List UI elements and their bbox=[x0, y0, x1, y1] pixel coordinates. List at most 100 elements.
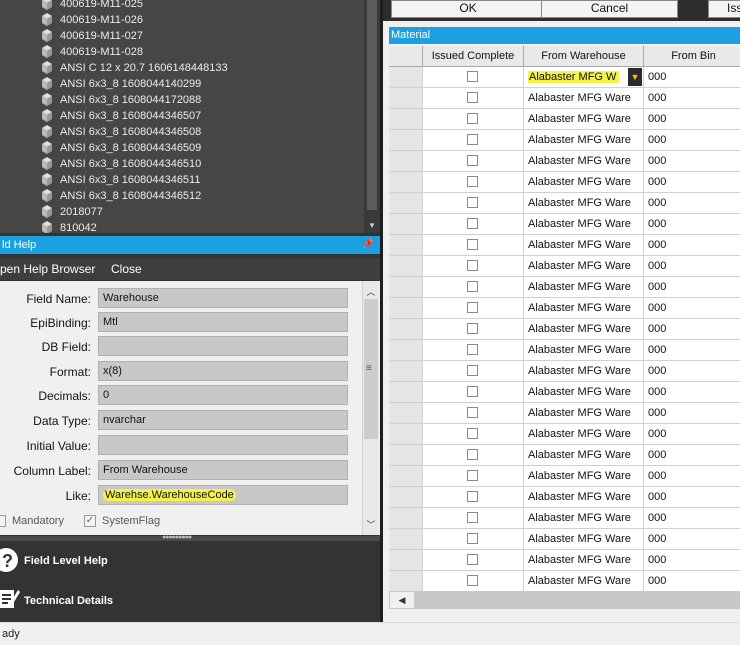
from-warehouse-cell[interactable]: Alabaster MFG Ware bbox=[524, 193, 644, 214]
tree-item[interactable]: ANSI 6x3_8 1608044140299 bbox=[40, 76, 201, 92]
issued-complete-checkbox[interactable] bbox=[467, 554, 478, 565]
from-bin-cell[interactable]: 000 bbox=[644, 214, 740, 235]
tree-item[interactable]: ANSI 6x3_8 1608044172088 bbox=[40, 92, 201, 108]
field-value[interactable]: Warehouse bbox=[98, 288, 348, 308]
issued-complete-checkbox[interactable] bbox=[467, 428, 478, 439]
open-help-browser-button[interactable]: pen Help Browser bbox=[0, 258, 95, 280]
from-warehouse-cell[interactable]: Alabaster MFG Ware bbox=[524, 529, 644, 550]
from-bin-cell[interactable]: 000 bbox=[644, 256, 740, 277]
row-selector[interactable] bbox=[389, 361, 423, 382]
from-warehouse-cell[interactable]: Alabaster MFG Ware bbox=[524, 235, 644, 256]
from-warehouse-cell[interactable]: Alabaster MFG Ware bbox=[524, 445, 644, 466]
issued-complete-checkbox[interactable] bbox=[467, 407, 478, 418]
table-row[interactable]: Alabaster MFG Ware 000 bbox=[389, 88, 740, 109]
table-row[interactable]: Alabaster MFG Ware 000 bbox=[389, 277, 740, 298]
row-selector[interactable] bbox=[389, 109, 423, 130]
tree-item[interactable]: ANSI 6x3_8 1608044346507 bbox=[40, 108, 201, 124]
from-bin-cell[interactable]: 000 bbox=[644, 529, 740, 550]
table-row[interactable]: Alabaster MFG Ware 000 bbox=[389, 361, 740, 382]
from-warehouse-cell[interactable]: Alabaster MFG Ware bbox=[524, 340, 644, 361]
table-row[interactable]: Alabaster MFG Ware 000 bbox=[389, 529, 740, 550]
row-selector[interactable] bbox=[389, 424, 423, 445]
from-warehouse-cell[interactable]: Alabaster MFG Ware bbox=[524, 214, 644, 235]
issue-button[interactable]: Iss bbox=[708, 0, 740, 18]
row-selector[interactable] bbox=[389, 403, 423, 424]
issued-complete-checkbox[interactable] bbox=[467, 71, 478, 82]
column-header-from-bin[interactable]: From Bin bbox=[644, 46, 740, 67]
tree-scrollbar-thumb[interactable] bbox=[367, 0, 377, 210]
field-value[interactable] bbox=[98, 435, 348, 455]
from-bin-cell[interactable]: 000 bbox=[644, 277, 740, 298]
from-warehouse-cell[interactable]: Alabaster MFG W ▼ bbox=[524, 67, 644, 88]
row-selector[interactable] bbox=[389, 340, 423, 361]
from-warehouse-cell[interactable]: Alabaster MFG Ware bbox=[524, 466, 644, 487]
issued-complete-checkbox[interactable] bbox=[467, 323, 478, 334]
tree-item[interactable]: ANSI 6x3_8 1608044346509 bbox=[40, 140, 201, 156]
scroll-down-icon[interactable]: ▼ bbox=[364, 221, 380, 230]
from-bin-cell[interactable]: 000 bbox=[644, 298, 740, 319]
from-bin-cell[interactable]: 000 bbox=[644, 382, 740, 403]
table-row[interactable]: Alabaster MFG Ware 000 bbox=[389, 466, 740, 487]
system-flag-checkbox-row[interactable]: ✓ SystemFlag bbox=[84, 513, 160, 529]
from-bin-cell[interactable]: 000 bbox=[644, 571, 740, 591]
from-bin-cell[interactable]: 000 bbox=[644, 487, 740, 508]
from-warehouse-cell[interactable]: Alabaster MFG Ware bbox=[524, 424, 644, 445]
table-row[interactable]: Alabaster MFG Ware 000 bbox=[389, 424, 740, 445]
from-bin-cell[interactable]: 000 bbox=[644, 172, 740, 193]
row-selector[interactable] bbox=[389, 277, 423, 298]
table-row[interactable]: Alabaster MFG Ware 000 bbox=[389, 130, 740, 151]
issued-complete-checkbox[interactable] bbox=[467, 491, 478, 502]
row-selector[interactable] bbox=[389, 256, 423, 277]
column-header-issued-complete[interactable]: Issued Complete bbox=[423, 46, 524, 67]
table-row[interactable]: Alabaster MFG Ware 000 bbox=[389, 487, 740, 508]
row-selector[interactable] bbox=[389, 487, 423, 508]
table-row[interactable]: Alabaster MFG Ware 000 bbox=[389, 172, 740, 193]
field-value[interactable] bbox=[98, 336, 348, 356]
ok-button[interactable]: OK bbox=[391, 0, 545, 18]
tree-item[interactable]: ANSI 6x3_8 1608044346508 bbox=[40, 124, 201, 140]
column-header-from-warehouse[interactable]: From Warehouse bbox=[524, 46, 644, 67]
grid-horizontal-scrollbar[interactable]: ◀ bbox=[389, 591, 740, 609]
table-row[interactable]: Alabaster MFG Ware 000 bbox=[389, 109, 740, 130]
scroll-up-icon[interactable]: ︿ bbox=[363, 285, 379, 298]
panel-splitter[interactable]: ●●●●●●●●● bbox=[0, 534, 380, 541]
table-row[interactable]: Alabaster MFG Ware 000 bbox=[389, 214, 740, 235]
issued-complete-checkbox[interactable] bbox=[467, 260, 478, 271]
from-bin-cell[interactable]: 000 bbox=[644, 424, 740, 445]
from-warehouse-cell[interactable]: Alabaster MFG Ware bbox=[524, 571, 644, 591]
from-bin-cell[interactable]: 000 bbox=[644, 130, 740, 151]
issued-complete-checkbox[interactable] bbox=[467, 218, 478, 229]
tree-scrollbar[interactable]: ▼ bbox=[364, 0, 380, 233]
table-row[interactable]: Alabaster MFG Ware 000 bbox=[389, 571, 740, 591]
mandatory-checkbox-row[interactable]: Mandatory bbox=[0, 513, 64, 529]
issued-complete-checkbox[interactable] bbox=[467, 470, 478, 481]
table-row[interactable]: Alabaster MFG Ware 000 bbox=[389, 445, 740, 466]
issued-complete-checkbox[interactable] bbox=[467, 239, 478, 250]
table-row[interactable]: Alabaster MFG Ware 000 bbox=[389, 319, 740, 340]
table-row[interactable]: Alabaster MFG Ware 000 bbox=[389, 403, 740, 424]
table-row[interactable]: Alabaster MFG Ware 000 bbox=[389, 382, 740, 403]
scroll-left-icon[interactable]: ◀ bbox=[390, 592, 414, 608]
row-selector[interactable] bbox=[389, 571, 423, 591]
from-warehouse-cell[interactable]: Alabaster MFG Ware bbox=[524, 109, 644, 130]
issued-complete-checkbox[interactable] bbox=[467, 155, 478, 166]
scroll-down-icon[interactable]: ﹀ bbox=[363, 518, 379, 531]
tree-item[interactable]: ANSI 6x3_8 1608044346510 bbox=[40, 156, 201, 172]
row-selector[interactable] bbox=[389, 67, 423, 88]
row-selector[interactable] bbox=[389, 298, 423, 319]
issued-complete-checkbox[interactable] bbox=[467, 176, 478, 187]
field-value[interactable]: x(8) bbox=[98, 361, 348, 381]
tree-item[interactable]: 400619-M11-025 bbox=[40, 0, 143, 12]
table-row[interactable]: Alabaster MFG Ware 000 bbox=[389, 340, 740, 361]
issued-complete-checkbox[interactable] bbox=[467, 344, 478, 355]
row-selector[interactable] bbox=[389, 193, 423, 214]
field-value[interactable]: Mtl bbox=[98, 312, 348, 332]
tree-item[interactable]: ANSI 6x3_8 1608044346512 bbox=[40, 188, 201, 204]
field-value[interactable]: From Warehouse bbox=[98, 460, 348, 480]
from-bin-cell[interactable]: 000 bbox=[644, 88, 740, 109]
issued-complete-checkbox[interactable] bbox=[467, 92, 478, 103]
tree-item[interactable]: 810042 bbox=[40, 220, 97, 233]
row-selector[interactable] bbox=[389, 130, 423, 151]
tree-item[interactable]: 400619-M11-026 bbox=[40, 12, 143, 28]
row-selector[interactable] bbox=[389, 466, 423, 487]
